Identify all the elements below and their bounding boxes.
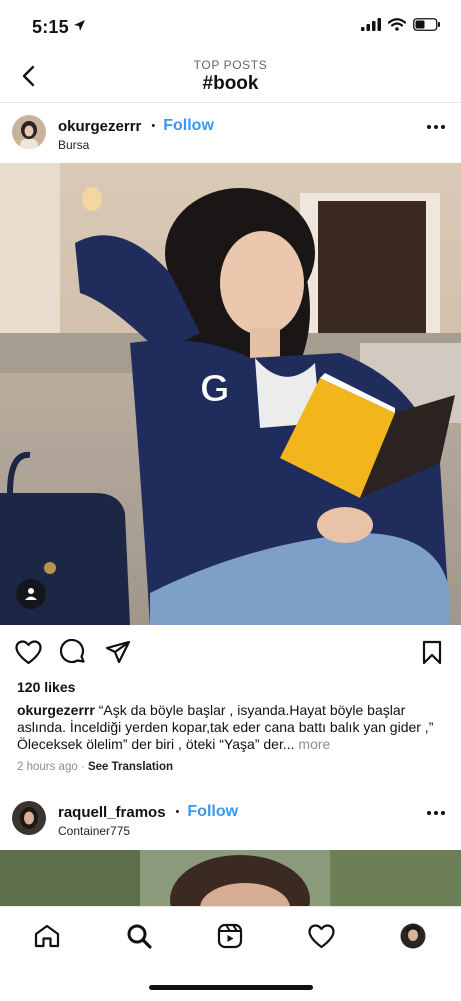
tab-reels[interactable]	[215, 921, 245, 951]
post-location[interactable]: Bursa	[58, 138, 89, 152]
svg-text:G: G	[200, 368, 230, 410]
comment-button[interactable]	[59, 638, 87, 666]
caption-username[interactable]: okurgezerrr	[17, 702, 95, 718]
status-time: 5:15	[32, 17, 69, 37]
tab-home[interactable]	[32, 921, 62, 951]
avatar[interactable]	[12, 801, 46, 835]
battery-icon	[413, 18, 440, 31]
avatar[interactable]	[12, 115, 46, 149]
post-username[interactable]: okurgezerrr	[58, 118, 141, 135]
follow-button[interactable]: Follow	[187, 803, 238, 821]
heart-icon	[14, 639, 42, 664]
likes-count[interactable]: 120 likes	[17, 679, 75, 695]
post-timestamp: 2 hours ago	[17, 761, 78, 773]
post-image[interactable]: G	[0, 163, 461, 625]
user-tag-icon[interactable]	[16, 579, 46, 609]
heart-icon	[307, 923, 335, 948]
post-meta: 2 hours ago · See Translation	[17, 761, 173, 773]
status-bar: 5:15	[0, 0, 461, 52]
see-translation-link[interactable]: See Translation	[88, 761, 173, 773]
separator-dot: •	[151, 120, 156, 132]
tab-search[interactable]	[124, 921, 154, 951]
wifi-icon	[388, 18, 406, 31]
caption-more-link[interactable]: more	[295, 736, 330, 752]
header-subtitle: TOP POSTS	[193, 58, 268, 72]
tab-activity[interactable]	[306, 921, 336, 951]
more-options-icon[interactable]	[427, 125, 445, 131]
separator-dot: ·	[80, 761, 88, 773]
more-options-icon[interactable]	[427, 811, 445, 817]
reels-icon	[217, 923, 243, 949]
separator-dot: •	[175, 806, 180, 818]
post-username[interactable]: raquell_framos	[58, 804, 166, 821]
home-icon	[34, 924, 60, 948]
tab-profile[interactable]	[398, 921, 428, 951]
person-icon	[25, 588, 37, 600]
like-button[interactable]	[14, 638, 42, 666]
bookmark-icon	[422, 640, 442, 664]
post-header: raquell_framos • Follow Container775	[0, 789, 461, 847]
page-title: #book	[202, 73, 259, 94]
post-location[interactable]: Container775	[58, 824, 130, 838]
home-indicator[interactable]	[149, 985, 313, 990]
profile-avatar	[400, 923, 426, 949]
search-icon	[127, 924, 152, 949]
post-header: okurgezerrr • Follow Bursa	[0, 103, 461, 161]
post-actions-bar	[0, 636, 461, 668]
share-button[interactable]	[104, 638, 132, 666]
post-caption: okurgezerrr “Aşk da böyle başlar , isyan…	[17, 702, 445, 753]
top-nav-header: TOP POSTS #book	[0, 52, 461, 103]
post-image[interactable]	[0, 850, 461, 908]
location-arrow-icon	[74, 20, 85, 31]
comment-icon	[60, 639, 85, 664]
cellular-signal-icon	[361, 18, 381, 31]
paper-plane-icon	[105, 640, 131, 664]
save-button[interactable]	[418, 638, 446, 666]
follow-button[interactable]: Follow	[163, 117, 214, 135]
